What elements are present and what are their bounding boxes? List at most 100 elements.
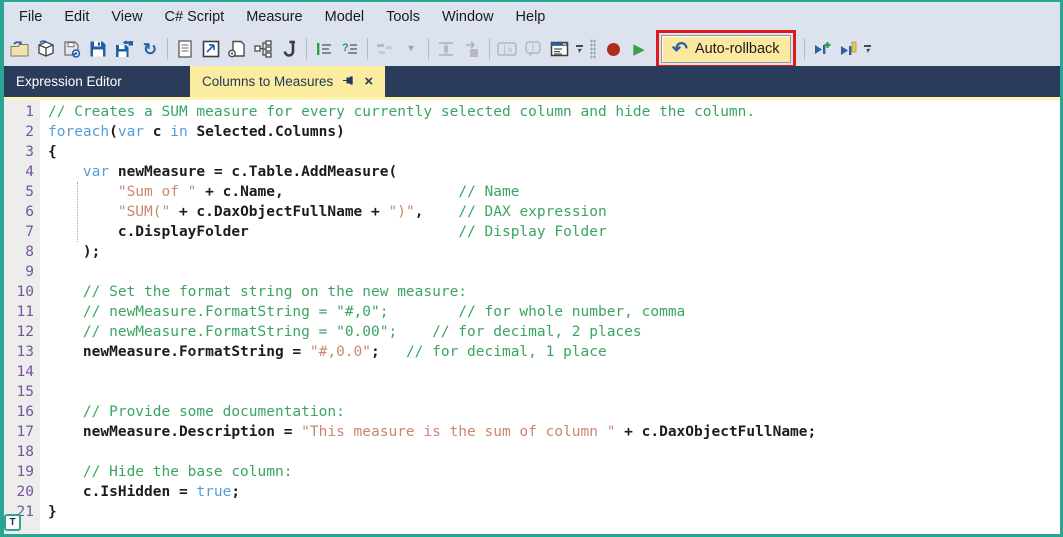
- toolbar-separator: [428, 38, 429, 60]
- toolbar-separator: [803, 38, 805, 60]
- menu-item-window[interactable]: Window: [431, 2, 505, 32]
- line-number: 1: [25, 104, 34, 120]
- code-line[interactable]: }: [48, 502, 1060, 522]
- save-as-icon[interactable]: [111, 35, 137, 63]
- code-line[interactable]: [48, 362, 1060, 382]
- code-pane[interactable]: // Creates a SUM measure for every curre…: [40, 100, 1060, 534]
- line-number: 3: [25, 144, 34, 160]
- auto-rollback-button[interactable]: ↶ Auto-rollback: [661, 35, 791, 63]
- toolbar-separator: [367, 38, 368, 60]
- line-number: 2: [25, 124, 34, 140]
- tab-label: Columns to Measures: [202, 74, 334, 89]
- toolbar-overflow-icon[interactable]: ▾: [861, 44, 875, 54]
- expand-column-icon[interactable]: [433, 35, 459, 63]
- menu-item-c-script[interactable]: C# Script: [154, 2, 236, 32]
- code-line[interactable]: // newMeasure.FormatString = "#,0"; // f…: [48, 302, 1060, 322]
- open-model-icon[interactable]: [33, 35, 59, 63]
- gutter: 1 2 3 4 5 6 7 8 9 10 11 12 13 14 15 16 17 18 19 20 21: [4, 100, 40, 534]
- form-view-icon[interactable]: [546, 35, 572, 63]
- code-line[interactable]: );: [48, 242, 1060, 262]
- menu-bar: File Edit View C# Script Measure Model Tools Wi…: [4, 2, 1060, 32]
- indent-guide: [77, 182, 78, 242]
- line-number: 16: [16, 404, 34, 420]
- perspective-dropdown-icon[interactable]: ▾: [398, 35, 424, 63]
- window-content: File Edit View C# Script Measure Model Tools Wi…: [4, 2, 1060, 534]
- code-line[interactable]: // Set the format string on the new meas…: [48, 282, 1060, 302]
- code-line[interactable]: c.DisplayFolder // Display Folder: [48, 222, 1060, 242]
- line-number: 20: [16, 484, 34, 500]
- play-glyph: ▶: [633, 40, 645, 58]
- code-line[interactable]: // Creates a SUM measure for every curre…: [48, 102, 1060, 122]
- auto-rollback-label: Auto-rollback: [694, 41, 780, 57]
- toolbar-overflow-icon[interactable]: ▾: [572, 44, 586, 54]
- undo-icon: ↶: [672, 38, 688, 60]
- code-line[interactable]: // newMeasure.FormatString = "0.00"; // …: [48, 322, 1060, 342]
- line-number: 15: [16, 384, 34, 400]
- menu-item-measure[interactable]: Measure: [235, 2, 313, 32]
- code-line[interactable]: foreach(var c in Selected.Columns): [48, 122, 1060, 142]
- pin-icon[interactable]: [342, 74, 355, 90]
- apply-step-highlight-icon[interactable]: [835, 35, 861, 63]
- script-indicator-icon[interactable]: T: [4, 514, 21, 531]
- menu-item-help[interactable]: Help: [505, 2, 557, 32]
- record-macro-icon[interactable]: [600, 35, 626, 63]
- menu-item-file[interactable]: File: [8, 2, 53, 32]
- code-line[interactable]: var newMeasure = c.Table.AddMeasure(: [48, 162, 1060, 182]
- code-line[interactable]: newMeasure.FormatString = "#,0.0"; // fo…: [48, 342, 1060, 362]
- perspective-blocks-icon[interactable]: [372, 35, 398, 63]
- line-number: 8: [25, 244, 34, 260]
- goto-object-icon[interactable]: [459, 35, 485, 63]
- line-number: 19: [16, 464, 34, 480]
- close-icon[interactable]: ×: [364, 74, 373, 89]
- toolbar-grip-handle[interactable]: [590, 39, 596, 59]
- code-line[interactable]: c.IsHidden = true;: [48, 482, 1060, 502]
- code-line[interactable]: [48, 442, 1060, 462]
- menu-item-model[interactable]: Model: [314, 2, 376, 32]
- code-line[interactable]: "Sum of " + c.Name, // Name: [48, 182, 1060, 202]
- svg-text:!: !: [531, 43, 534, 53]
- run-script-icon[interactable]: ▶: [626, 35, 652, 63]
- warning-bubble-icon[interactable]: !: [520, 35, 546, 63]
- toolbar-separator: [167, 38, 168, 60]
- line-number: 13: [16, 344, 34, 360]
- toolbar-separator: [306, 38, 307, 60]
- menu-item-tools[interactable]: Tools: [375, 2, 431, 32]
- line-number: 18: [16, 444, 34, 460]
- save-icon[interactable]: [85, 35, 111, 63]
- line-number: 7: [25, 224, 34, 240]
- tab-strip: Expression Editor Columns to Measures ×: [4, 66, 1060, 97]
- code-line[interactable]: {: [48, 142, 1060, 162]
- comment-lines-icon[interactable]: ?: [337, 35, 363, 63]
- new-script-icon[interactable]: [172, 35, 198, 63]
- record-dot: [606, 42, 620, 56]
- refresh-icon[interactable]: ↻: [137, 35, 163, 63]
- tab-columns-to-measures[interactable]: Columns to Measures ×: [190, 66, 386, 97]
- code-line[interactable]: [48, 262, 1060, 282]
- line-number: 14: [16, 364, 34, 380]
- code-editor[interactable]: 1 2 3 4 5 6 7 8 9 10 11 12 13 14 15 16 17 18 19 20 21 // Cre…: [4, 100, 1060, 534]
- menu-item-view[interactable]: View: [100, 2, 153, 32]
- code-line[interactable]: "SUM(" + c.DaxObjectFullName + ")", // D…: [48, 202, 1060, 222]
- model-tree-icon[interactable]: [250, 35, 276, 63]
- code-line[interactable]: // Hide the base column:: [48, 462, 1060, 482]
- line-number: 4: [25, 164, 34, 180]
- csharp-script-icon[interactable]: [276, 35, 302, 63]
- menu-item-edit[interactable]: Edit: [53, 2, 100, 32]
- script-file-icon[interactable]: [224, 35, 250, 63]
- dax-box-icon[interactable]: [x]: [494, 35, 520, 63]
- app-window: File Edit View C# Script Measure Model Tools Wi…: [0, 0, 1063, 537]
- code-line[interactable]: newMeasure.Description = "This measure i…: [48, 422, 1060, 442]
- toolbar-separator: [489, 38, 490, 60]
- refresh-glyph: ↻: [142, 39, 158, 59]
- line-number: 5: [25, 184, 34, 200]
- deploy-save-icon[interactable]: [59, 35, 85, 63]
- edit-window-icon[interactable]: [198, 35, 224, 63]
- format-dax-icon[interactable]: [311, 35, 337, 63]
- code-line[interactable]: [48, 382, 1060, 402]
- apply-step-add-icon[interactable]: [809, 35, 835, 63]
- tab-expression-editor[interactable]: Expression Editor: [4, 66, 190, 97]
- open-folder-icon[interactable]: [7, 35, 33, 63]
- code-line[interactable]: // Provide some documentation:: [48, 402, 1060, 422]
- svg-text:?: ?: [342, 42, 349, 54]
- line-number: 11: [16, 304, 34, 320]
